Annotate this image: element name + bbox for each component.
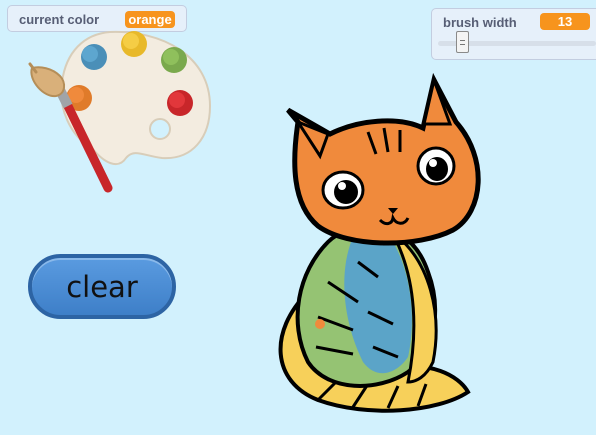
brush-width-monitor: brush width 13 (431, 8, 596, 60)
current-color-label: current color (19, 12, 100, 27)
paint-palette-icon[interactable] (22, 28, 212, 200)
brush-width-slider-handle[interactable] (456, 31, 469, 53)
coloring-cat-drawing[interactable] (258, 62, 498, 427)
clear-button[interactable]: clear (28, 254, 176, 319)
brush-width-label: brush width (443, 15, 517, 30)
current-color-value: orange (125, 11, 175, 28)
clear-button-label: clear (66, 269, 138, 304)
brush-width-value: 13 (540, 13, 590, 30)
